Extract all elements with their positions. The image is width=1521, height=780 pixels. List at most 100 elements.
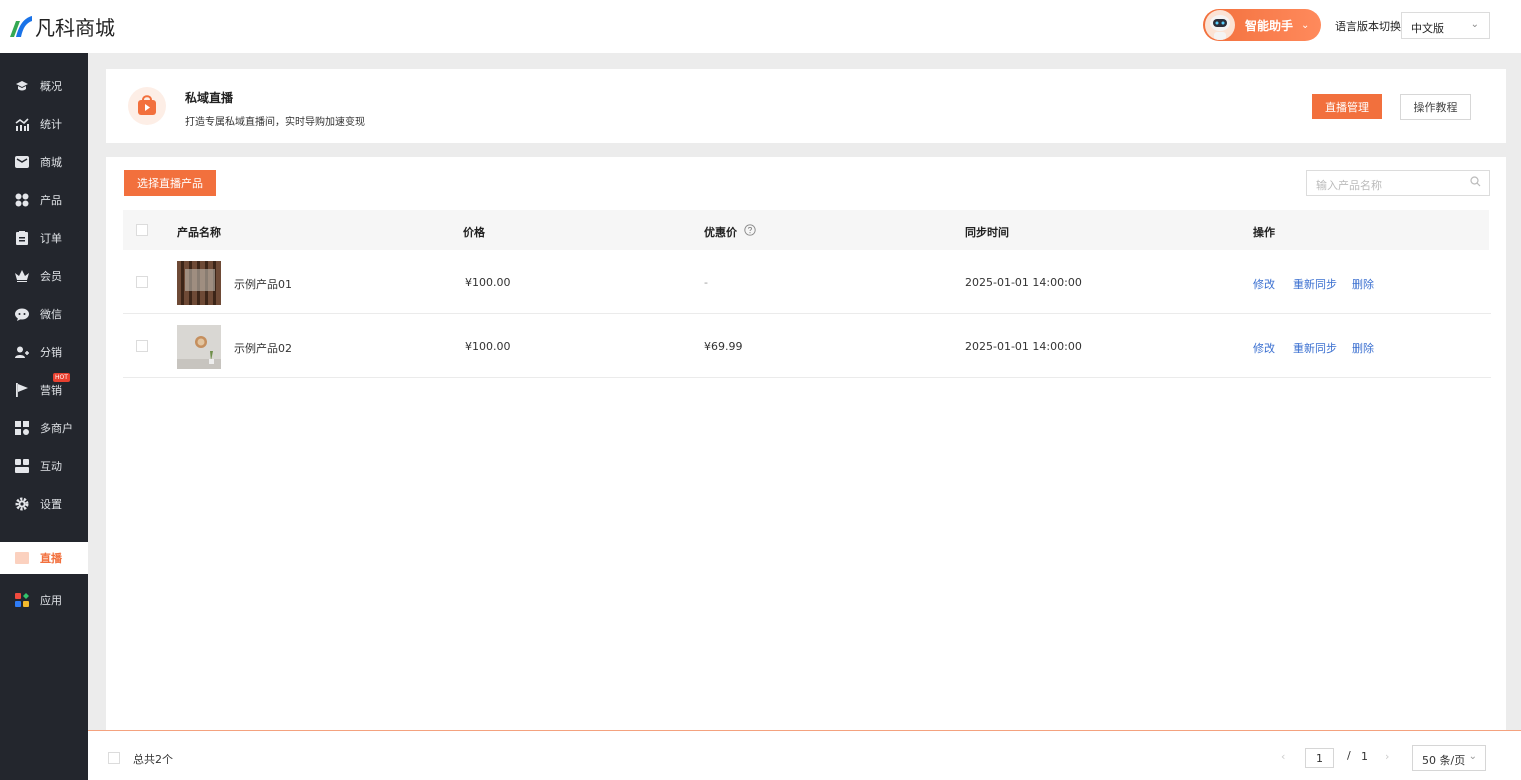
product-search-input[interactable]: 输入产品名称 [1306,170,1490,196]
brand-name: 凡科商城 [35,15,115,40]
sidebar-item-label: 应用 [40,594,62,607]
chevron-down-icon: ⌄ [1468,751,1477,762]
sidebar-item-label: 微信 [40,308,62,321]
live-intro-card: 私域直播 打造专属私域直播间，实时导购加速变现 直播管理 操作教程 [106,69,1506,143]
brand-logo[interactable]: 凡科商城 [7,12,115,40]
sidebar-item-marketing[interactable]: 营销 HOT [0,371,88,409]
product-sync-time: 2025-01-01 14:00:00 [965,340,1082,353]
product-thumbnail [177,325,221,369]
gear-icon [14,496,30,512]
users-icon [14,344,30,360]
edit-link[interactable]: 修改 [1253,276,1275,292]
chevron-down-icon: ⌄ [1301,19,1310,31]
sidebar-item-label: 设置 [40,498,62,511]
sidebar-item-multi-merchant[interactable]: 多商户 [0,409,88,447]
sidebar-item-live[interactable]: 直播 [0,542,88,574]
sidebar-item-label: 商城 [40,156,62,169]
column-header-price: 价格 [463,226,485,239]
sidebar-item-label: 多商户 [40,422,73,435]
sidebar-item-label: 营销 [40,384,62,397]
page-description: 打造专属私域直播间，实时导购加速变现 [185,117,365,128]
grid-icon [14,192,30,208]
edit-link[interactable]: 修改 [1253,340,1275,356]
live-shopping-icon [128,87,166,125]
sidebar: 概况 统计 商城 产品 订单 会员 微信 分销 营销 HOT 多商户 互动 设置… [0,53,88,780]
graduation-cap-icon [14,78,30,94]
sidebar-item-wechat[interactable]: 微信 [0,295,88,333]
sidebar-item-label: 订单 [40,232,62,245]
sidebar-item-statistics[interactable]: 统计 [0,105,88,143]
row-checkbox[interactable] [136,340,148,352]
help-circle-icon[interactable] [744,224,756,236]
table-row: 示例产品02 ¥100.00 ¥69.99 2025-01-01 14:00:0… [123,314,1491,378]
product-thumbnail [177,261,221,305]
column-header-discount: 优惠价 [704,226,737,239]
store-icon [14,154,30,170]
sidebar-item-label: 会员 [40,270,62,283]
search-placeholder: 输入产品名称 [1316,179,1382,192]
row-checkbox[interactable] [136,276,148,288]
next-page-icon[interactable]: › [1385,750,1389,763]
wechat-icon [14,306,30,322]
chevron-down-icon: ⌄ [1470,19,1479,30]
sidebar-item-label: 统计 [40,118,62,131]
sidebar-item-apps[interactable]: 应用 [0,581,88,619]
shop-icon [14,420,30,436]
product-discount: - [704,276,708,289]
sidebar-item-overview[interactable]: 概况 [0,67,88,105]
top-bar: 凡科商城 智能助手 ⌄ 语言版本切换： 中文版 ⌄ [0,0,1521,53]
clipboard-icon [14,230,30,246]
language-select[interactable]: 中文版 ⌄ [1401,12,1490,39]
sidebar-item-label: 概况 [40,80,62,93]
sidebar-item-label: 分销 [40,346,62,359]
logo-icon [10,16,32,37]
footer-bar: 总共2个 ‹ 1 / 1 › 50 条/页 ⌄ [88,730,1521,780]
live-icon [14,550,30,566]
hot-badge: HOT [53,373,70,382]
sidebar-item-products[interactable]: 产品 [0,181,88,219]
sidebar-item-label: 产品 [40,194,62,207]
page-separator: / [1347,749,1351,762]
table-row: 示例产品01 ¥100.00 - 2025-01-01 14:00:00 修改 … [123,250,1491,314]
robot-avatar-icon [1205,10,1235,40]
total-pages: 1 [1361,750,1368,763]
resync-link[interactable]: 重新同步 [1293,340,1337,356]
sidebar-item-settings[interactable]: 设置 [0,485,88,523]
sidebar-item-store[interactable]: 商城 [0,143,88,181]
search-icon [1470,176,1481,187]
delete-link[interactable]: 删除 [1352,340,1374,356]
sidebar-item-interaction[interactable]: 互动 [0,447,88,485]
sidebar-item-distribution[interactable]: 分销 [0,333,88,371]
resync-link[interactable]: 重新同步 [1293,276,1337,292]
page-size-value: 50 条/页 [1422,754,1466,767]
product-price: ¥100.00 [465,340,511,353]
page-size-select[interactable]: 50 条/页 ⌄ [1412,745,1486,771]
sidebar-item-orders[interactable]: 订单 [0,219,88,257]
product-name: 示例产品01 [234,278,292,291]
assistant-button[interactable]: 智能助手 ⌄ [1203,9,1321,41]
live-manage-button[interactable]: 直播管理 [1312,94,1382,119]
prev-page-icon[interactable]: ‹ [1281,750,1285,763]
sidebar-item-label: 互动 [40,460,62,473]
footer-select-all-checkbox[interactable] [108,752,120,764]
product-name: 示例产品02 [234,342,292,355]
select-live-product-button[interactable]: 选择直播产品 [124,170,216,196]
sidebar-item-members[interactable]: 会员 [0,257,88,295]
language-value: 中文版 [1411,22,1444,35]
product-discount: ¥69.99 [704,340,743,353]
assistant-label: 智能助手 [1245,18,1294,33]
product-price: ¥100.00 [465,276,511,289]
flag-icon [14,382,30,398]
chart-icon [14,116,30,132]
page-title: 私域直播 [185,91,234,105]
tutorial-button[interactable]: 操作教程 [1400,94,1471,120]
apps-icon [14,592,30,608]
blocks-icon [14,458,30,474]
product-sync-time: 2025-01-01 14:00:00 [965,276,1082,289]
product-list-card: 选择直播产品 输入产品名称 产品名称 价格 优惠价 同步时间 操作 示例产品01… [106,157,1506,730]
select-all-checkbox[interactable] [136,224,148,236]
delete-link[interactable]: 删除 [1352,276,1374,292]
sidebar-item-label: 直播 [40,552,62,565]
total-count: 总共2个 [133,753,173,766]
current-page-input[interactable]: 1 [1305,748,1334,768]
